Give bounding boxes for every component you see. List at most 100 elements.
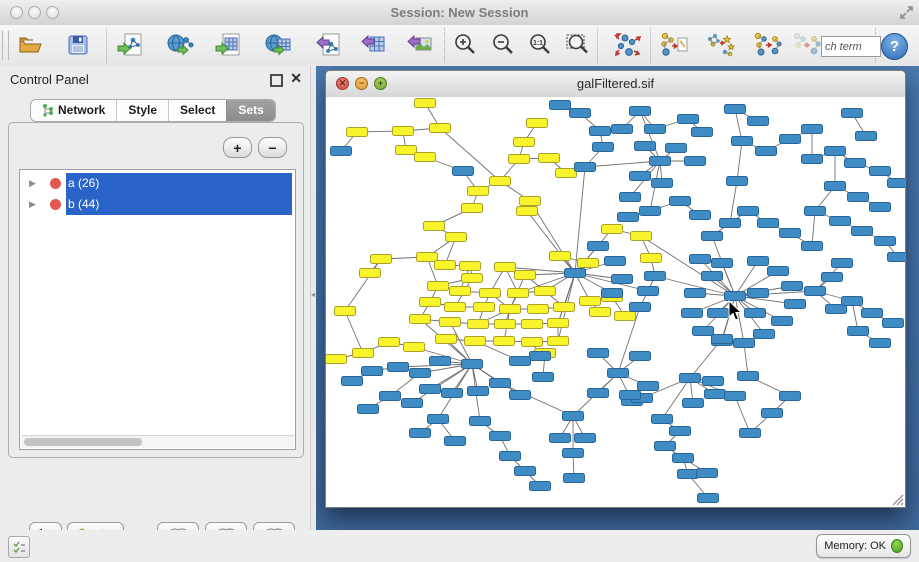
graph-node-blue[interactable] [550, 434, 571, 443]
graph-node-blue[interactable] [692, 128, 713, 137]
graph-node-yellow[interactable] [430, 124, 451, 133]
graph-node-yellow[interactable] [462, 204, 483, 213]
graph-node-yellow[interactable] [415, 99, 436, 108]
graph-node-blue[interactable] [533, 373, 554, 382]
graph-node-yellow[interactable] [435, 261, 456, 270]
graph-node-yellow[interactable] [494, 337, 515, 346]
graph-node-yellow[interactable] [446, 233, 467, 242]
zoom-out-button[interactable] [488, 30, 518, 60]
graph-node-yellow[interactable] [548, 337, 569, 346]
graph-node-blue[interactable] [748, 117, 769, 126]
graph-node-blue[interactable] [565, 269, 586, 278]
list-item[interactable]: ▶ a (26) [20, 173, 295, 194]
graph-node-yellow[interactable] [410, 315, 431, 324]
graph-node-blue[interactable] [780, 229, 801, 238]
graph-node-blue[interactable] [570, 109, 591, 118]
graph-node-blue[interactable] [670, 197, 691, 206]
graph-node-yellow[interactable] [578, 259, 599, 268]
graph-node-blue[interactable] [848, 327, 869, 336]
graph-node-blue[interactable] [705, 390, 726, 399]
graph-node-blue[interactable] [468, 387, 489, 396]
graph-node-yellow[interactable] [515, 271, 536, 280]
remove-set-button[interactable]: − [258, 137, 287, 158]
graph-node-blue[interactable] [380, 392, 401, 401]
graph-node-blue[interactable] [630, 352, 651, 361]
graph-node-yellow[interactable] [517, 207, 538, 216]
graph-edge[interactable] [558, 273, 575, 323]
graph-node-blue[interactable] [772, 317, 793, 326]
graph-node-yellow[interactable] [335, 307, 356, 316]
graph-edge[interactable] [735, 396, 750, 433]
graph-node-blue[interactable] [845, 159, 866, 168]
graph-node-blue[interactable] [745, 309, 766, 318]
graph-node-yellow[interactable] [379, 338, 400, 347]
export-network-button[interactable] [313, 30, 343, 60]
graph-node-yellow[interactable] [393, 127, 414, 136]
graph-node-blue[interactable] [712, 335, 733, 344]
graph-node-yellow[interactable] [371, 255, 392, 264]
tab-network[interactable]: Network [31, 100, 116, 121]
graph-node-blue[interactable] [420, 385, 441, 394]
fullscreen-icon[interactable] [899, 5, 914, 20]
graph-edge[interactable] [585, 161, 660, 167]
graph-node-blue[interactable] [727, 177, 748, 186]
graph-node-blue[interactable] [593, 143, 614, 152]
graph-node-blue[interactable] [693, 327, 714, 336]
graph-node-blue[interactable] [564, 474, 585, 483]
graph-node-blue[interactable] [802, 125, 823, 134]
zoom-actual-button[interactable]: 1:1 [525, 30, 555, 60]
graph-node-blue[interactable] [875, 237, 896, 246]
graph-node-blue[interactable] [856, 132, 877, 141]
graph-node-yellow[interactable] [522, 320, 543, 329]
graph-node-blue[interactable] [832, 259, 853, 268]
graph-node-blue[interactable] [630, 107, 651, 116]
graph-node-yellow[interactable] [550, 252, 571, 261]
graph-node-blue[interactable] [620, 391, 641, 400]
graph-node-blue[interactable] [780, 135, 801, 144]
graph-node-yellow[interactable] [360, 269, 381, 278]
graph-node-blue[interactable] [575, 163, 596, 172]
graph-node-yellow[interactable] [465, 337, 486, 346]
new-network-selected-nodes-button[interactable] [752, 30, 782, 60]
graph-node-yellow[interactable] [396, 146, 417, 155]
graph-node-blue[interactable] [410, 429, 431, 438]
graph-node-blue[interactable] [805, 207, 826, 216]
graph-edge[interactable] [812, 211, 815, 246]
graph-node-blue[interactable] [712, 259, 733, 268]
graph-node-blue[interactable] [655, 442, 676, 451]
graph-node-yellow[interactable] [445, 303, 466, 312]
graph-node-yellow[interactable] [415, 153, 436, 162]
graph-node-blue[interactable] [802, 242, 823, 251]
graph-node-yellow[interactable] [462, 274, 483, 283]
graph-node-blue[interactable] [402, 399, 423, 408]
graph-node-blue[interactable] [630, 303, 651, 312]
graph-node-blue[interactable] [802, 155, 823, 164]
graph-node-yellow[interactable] [509, 155, 530, 164]
graph-node-blue[interactable] [605, 257, 626, 266]
graph-edge[interactable] [345, 311, 363, 353]
graph-node-blue[interactable] [510, 391, 531, 400]
import-network-file-button[interactable] [115, 30, 145, 60]
graph-node-blue[interactable] [490, 379, 511, 388]
graph-node-blue[interactable] [768, 267, 789, 276]
graph-node-yellow[interactable] [460, 262, 481, 271]
graph-edge[interactable] [575, 167, 585, 273]
graph-node-yellow[interactable] [480, 289, 501, 298]
zoom-in-button[interactable] [450, 30, 480, 60]
graph-node-yellow[interactable] [615, 312, 636, 321]
zoom-fit-button[interactable] [563, 30, 593, 60]
graph-node-blue[interactable] [362, 367, 383, 376]
graph-node-blue[interactable] [620, 193, 641, 202]
graph-node-blue[interactable] [888, 179, 906, 188]
expand-arrow-icon[interactable]: ▶ [29, 199, 36, 210]
resize-grip-icon[interactable] [891, 493, 904, 506]
graph-node-blue[interactable] [740, 429, 761, 438]
graph-edge[interactable] [640, 111, 660, 161]
graph-node-yellow[interactable] [326, 355, 347, 364]
graph-node-blue[interactable] [635, 142, 656, 151]
graph-node-blue[interactable] [685, 289, 706, 298]
graph-node-blue[interactable] [588, 389, 609, 398]
graph-node-yellow[interactable] [641, 254, 662, 263]
graph-node-blue[interactable] [830, 217, 851, 226]
graph-node-blue[interactable] [500, 452, 521, 461]
